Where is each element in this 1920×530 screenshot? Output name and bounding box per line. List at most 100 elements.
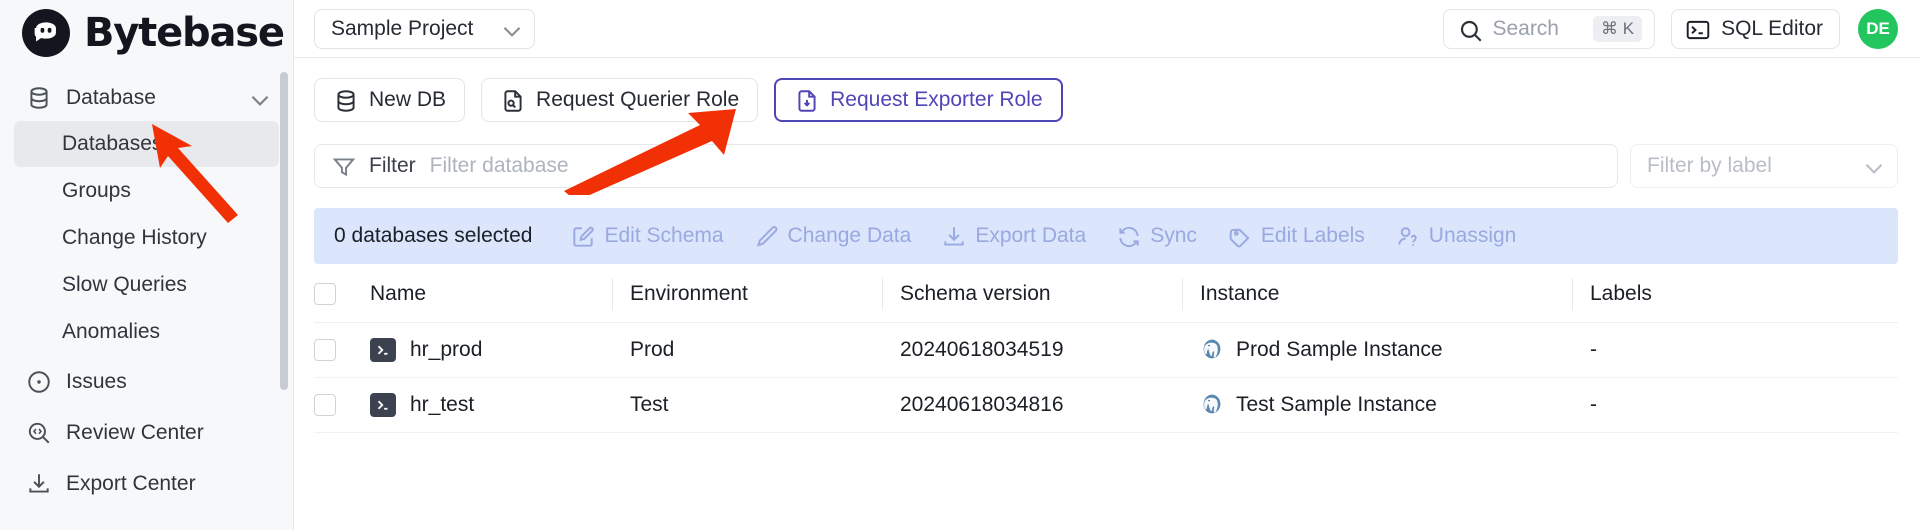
- project-selector[interactable]: Sample Project: [314, 8, 536, 49]
- instance-name: Prod Sample Instance: [1236, 338, 1443, 361]
- sidebar-item-label: Slow Queries: [62, 273, 187, 296]
- table-header: Name Environment Schema version Instance…: [314, 264, 1898, 323]
- sidebar-item-groups[interactable]: Groups: [14, 168, 279, 214]
- sidebar-item-label: Databases: [62, 132, 163, 155]
- search-shortcut: ⌘ K: [1593, 15, 1643, 42]
- brand-name: Bytebase: [84, 10, 285, 56]
- main-area: Sample Project Search ⌘ K SQL Editor DE …: [294, 0, 1920, 530]
- database-name: hr_test: [410, 393, 475, 416]
- sql-console-icon: [370, 338, 396, 362]
- filter-by-label-placeholder: Filter by label: [1647, 154, 1772, 177]
- cell-schema-version: 20240618034519: [900, 322, 1200, 378]
- request-querier-role-button[interactable]: Request Querier Role: [481, 78, 759, 122]
- filter-database-input[interactable]: Filter Filter database: [314, 144, 1618, 188]
- cell-schema-version: 20240618034816: [900, 377, 1200, 433]
- filter-row: Filter Filter database Filter by label: [314, 144, 1898, 188]
- sql-console-icon: [370, 393, 396, 417]
- sidebar-item-label: Change History: [62, 226, 207, 249]
- table-body: hr_prod Prod 20240618034519 Prod Sample …: [314, 322, 1898, 433]
- sidebar-item-label: Groups: [62, 179, 131, 202]
- sidebar-item-review-center[interactable]: Review Center: [14, 407, 279, 458]
- chevron-down-icon: [499, 18, 521, 40]
- sidebar-group-database[interactable]: Database: [14, 76, 279, 120]
- sidebar-item-label: Issues: [66, 369, 127, 393]
- sidebar: Bytebase Database Databases Groups Chang…: [0, 0, 294, 530]
- filter-by-label-select[interactable]: Filter by label: [1630, 144, 1898, 188]
- select-all-header: [314, 264, 370, 323]
- edit-schema-label: Edit Schema: [604, 224, 724, 247]
- sidebar-item-export-center[interactable]: Export Center: [14, 458, 279, 509]
- table-row[interactable]: hr_prod Prod 20240618034519 Prod Sample …: [314, 322, 1898, 378]
- database-icon: [333, 88, 357, 112]
- app-root: Bytebase Database Databases Groups Chang…: [0, 0, 1920, 530]
- unassign-action[interactable]: Unassign: [1395, 224, 1517, 248]
- request-exporter-role-button[interactable]: Request Exporter Role: [774, 78, 1063, 122]
- issues-circle-dot-icon: [26, 369, 52, 395]
- column-header-labels: Labels: [1572, 264, 1898, 323]
- sidebar-item-label: Anomalies: [62, 320, 161, 343]
- row-select-cell: [314, 322, 370, 378]
- sidebar-item-change-history[interactable]: Change History: [14, 215, 279, 261]
- edit-schema-action[interactable]: Edit Schema: [570, 224, 724, 248]
- search-placeholder: Search: [1492, 16, 1559, 40]
- sidebar-item-label: Export Center: [66, 471, 196, 495]
- filter-placeholder: Filter database: [429, 154, 569, 177]
- export-data-action[interactable]: Export Data: [941, 224, 1086, 248]
- cell-labels: -: [1590, 377, 1898, 433]
- download-icon: [941, 224, 965, 248]
- edit-schema-icon: [570, 224, 595, 248]
- sql-editor-button[interactable]: SQL Editor: [1671, 8, 1840, 49]
- table-row[interactable]: hr_test Test 20240618034816 Test Sample …: [314, 377, 1898, 433]
- export-download-icon: [26, 471, 52, 497]
- row-checkbox[interactable]: [314, 339, 336, 361]
- search-icon: [1458, 18, 1482, 42]
- cell-name: hr_test: [370, 377, 630, 433]
- selection-count: 0 databases selected: [334, 224, 533, 247]
- search-input[interactable]: Search ⌘ K: [1443, 8, 1656, 49]
- terminal-icon: [1685, 17, 1710, 41]
- file-download-icon: [794, 88, 818, 112]
- postgres-icon: [1200, 338, 1224, 362]
- databases-table: Name Environment Schema version Instance…: [314, 264, 1898, 433]
- new-db-button[interactable]: New DB: [314, 78, 466, 122]
- sidebar-item-databases[interactable]: Databases: [14, 121, 279, 167]
- review-code-search-icon: [26, 420, 52, 446]
- column-header-instance: Instance: [1182, 264, 1590, 323]
- change-data-label: Change Data: [787, 224, 912, 247]
- edit-labels-action[interactable]: Edit Labels: [1227, 224, 1365, 248]
- funnel-icon: [331, 154, 356, 178]
- unassign-icon: [1395, 224, 1419, 248]
- chevron-down-icon: [1861, 155, 1883, 177]
- bytebase-logo-icon: [22, 9, 70, 57]
- avatar-initials: DE: [1866, 18, 1890, 38]
- export-data-label: Export Data: [975, 224, 1087, 247]
- cell-name: hr_prod: [370, 322, 630, 378]
- instance-name: Test Sample Instance: [1236, 393, 1437, 416]
- sidebar-item-issues[interactable]: Issues: [14, 356, 279, 407]
- sidebar-group-label: Database: [66, 86, 156, 109]
- row-checkbox[interactable]: [314, 394, 336, 416]
- selection-action-bar: 0 databases selected Edit Schema Change …: [314, 208, 1898, 264]
- unassign-label: Unassign: [1428, 224, 1517, 247]
- file-search-icon: [500, 88, 524, 112]
- edit-labels-label: Edit Labels: [1260, 224, 1365, 247]
- sidebar-scrollbar[interactable]: [280, 72, 288, 390]
- cell-instance: Test Sample Instance: [1200, 377, 1590, 433]
- column-header-environment: Environment: [612, 264, 900, 323]
- sidebar-item-slow-queries[interactable]: Slow Queries: [14, 262, 279, 308]
- database-name: hr_prod: [410, 338, 483, 361]
- sql-editor-label: SQL Editor: [1721, 16, 1823, 40]
- request-exporter-role-label: Request Exporter Role: [830, 88, 1043, 111]
- sync-action[interactable]: Sync: [1116, 224, 1197, 248]
- change-data-action[interactable]: Change Data: [754, 224, 912, 248]
- sidebar-item-anomalies[interactable]: Anomalies: [14, 309, 279, 355]
- topbar: Sample Project Search ⌘ K SQL Editor DE: [294, 0, 1920, 58]
- chevron-down-icon[interactable]: [247, 87, 269, 109]
- select-all-checkbox[interactable]: [314, 283, 336, 305]
- avatar[interactable]: DE: [1858, 8, 1898, 49]
- brand[interactable]: Bytebase: [0, 0, 293, 66]
- column-header-schema-version: Schema version: [882, 264, 1200, 323]
- project-selector-value: Sample Project: [331, 16, 474, 40]
- cell-instance: Prod Sample Instance: [1200, 322, 1590, 378]
- request-querier-role-label: Request Querier Role: [536, 88, 740, 111]
